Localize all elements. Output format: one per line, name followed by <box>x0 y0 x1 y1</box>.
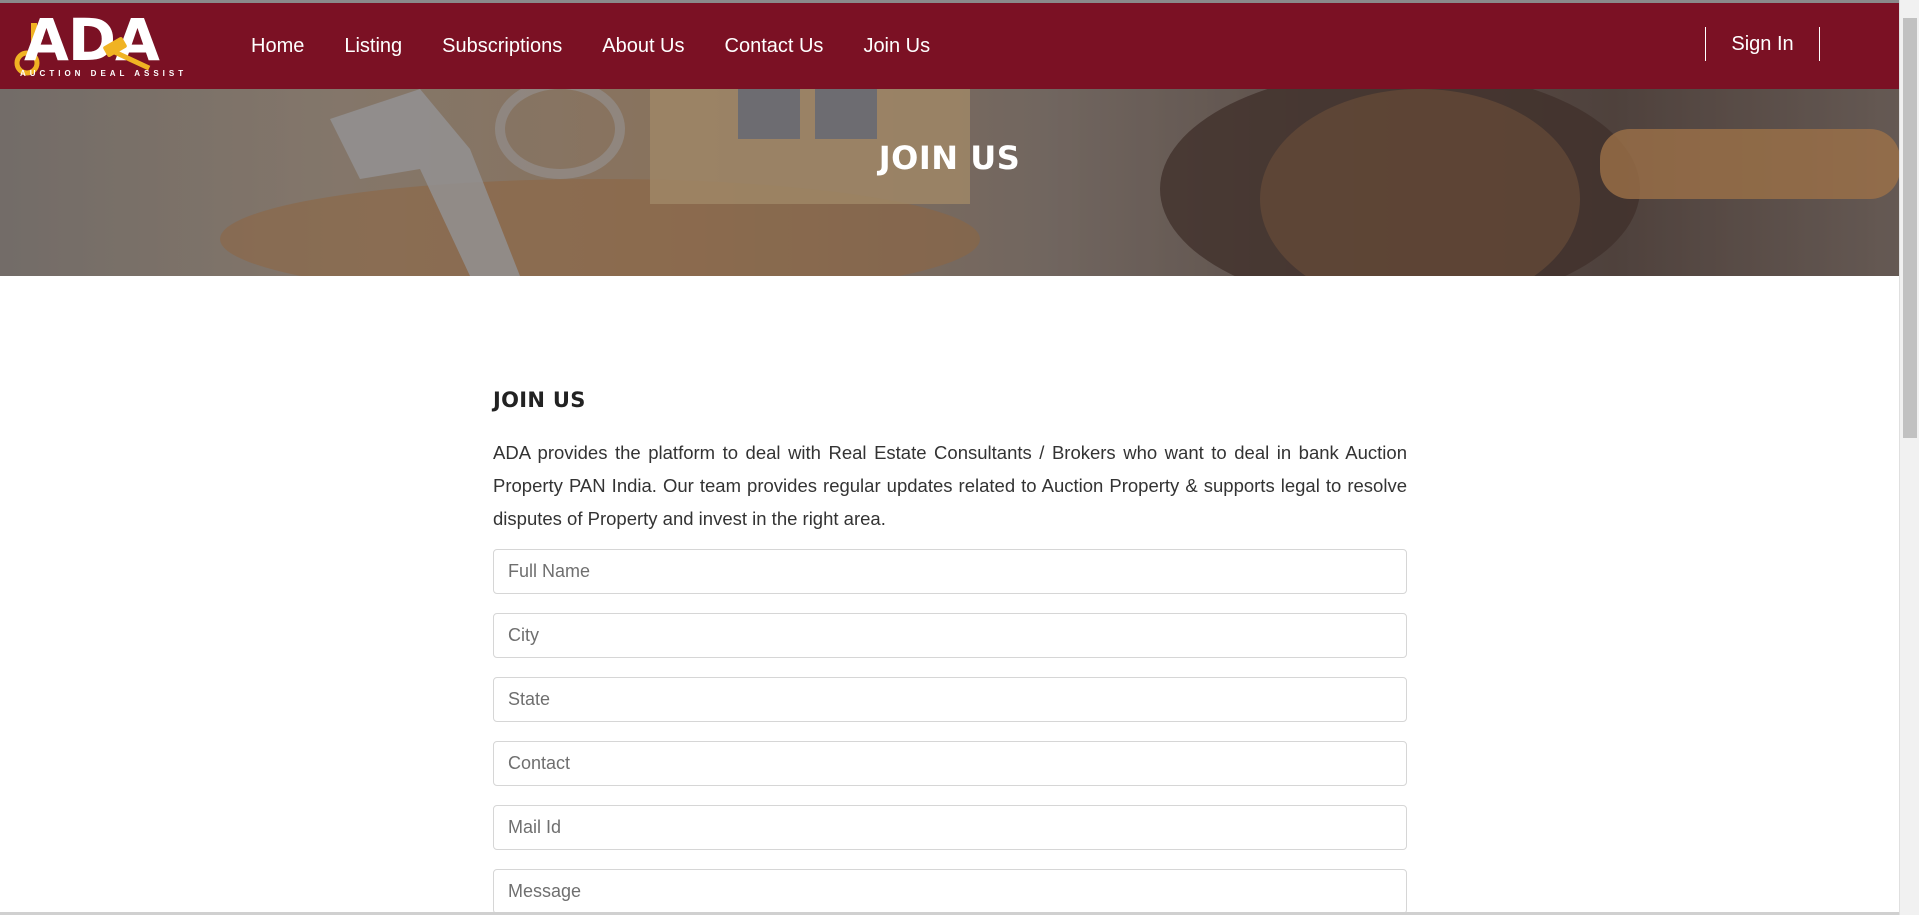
main-nav: Home Listing Subscriptions About Us Cont… <box>251 3 970 89</box>
hero-title: JOIN US <box>878 139 1021 177</box>
full-name-input[interactable] <box>493 549 1407 594</box>
site-header: ADA AUCTION DEAL ASSIST Home Listing Sub… <box>0 3 1899 89</box>
nav-home[interactable]: Home <box>251 35 304 58</box>
section-heading: JOIN US <box>493 388 586 412</box>
nav-about-us[interactable]: About Us <box>602 35 684 58</box>
logo-subtitle: AUCTION DEAL ASSIST <box>20 69 188 78</box>
city-input[interactable] <box>493 613 1407 658</box>
nav-listing[interactable]: Listing <box>344 35 402 58</box>
hero-overlay <box>0 89 1899 276</box>
sign-in-container: Sign In <box>1705 27 1820 61</box>
intro-paragraph: ADA provides the platform to deal with R… <box>493 442 1407 529</box>
nav-join-us[interactable]: Join Us <box>863 35 930 58</box>
contact-input[interactable] <box>493 741 1407 786</box>
nav-subscriptions[interactable]: Subscriptions <box>442 35 562 58</box>
mail-id-input[interactable] <box>493 805 1407 850</box>
message-input[interactable] <box>493 869 1407 914</box>
nav-contact-us[interactable]: Contact Us <box>725 35 824 58</box>
hero-banner: JOIN US <box>0 89 1899 276</box>
join-us-section: JOIN US ADA provides the platform to dea… <box>493 388 1407 915</box>
scrollbar-thumb[interactable] <box>1903 18 1917 438</box>
join-us-form <box>493 549 1407 914</box>
state-input[interactable] <box>493 677 1407 722</box>
site-logo[interactable]: ADA AUCTION DEAL ASSIST <box>14 9 188 83</box>
page-scrollbar[interactable] <box>1899 0 1919 915</box>
sign-in-link[interactable]: Sign In <box>1731 33 1793 56</box>
